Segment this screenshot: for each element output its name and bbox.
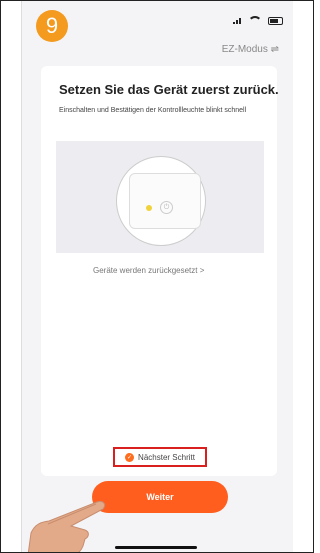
home-indicator	[115, 546, 197, 549]
check-icon: ✓	[125, 452, 135, 462]
screenshot-frame: 9 EZ-Modus ⇌ Setzen Sie das Gerät zuerst…	[0, 0, 314, 553]
page-title: Setzen Sie das Gerät zuerst zurück.	[59, 82, 279, 97]
pointing-hand-icon	[27, 501, 106, 552]
instruction-text: Einschalten und Bestätigen der Kontrolll…	[59, 107, 247, 114]
ez-mode-toggle[interactable]: EZ-Modus ⇌	[222, 44, 279, 55]
signal-icon	[232, 17, 243, 25]
battery-icon	[268, 16, 283, 25]
reset-device-link[interactable]: Geräte werden zurückgesetzt >	[93, 266, 204, 275]
indicator-light-icon	[146, 205, 152, 211]
wifi-icon	[248, 15, 263, 26]
status-bar	[232, 15, 283, 26]
next-step-label: Nächster Schritt	[138, 452, 195, 462]
step-number-badge: 9	[36, 10, 68, 42]
next-step-checkbox[interactable]: ✓ Nächster Schritt	[113, 447, 207, 467]
power-icon: ⏻	[160, 201, 173, 214]
